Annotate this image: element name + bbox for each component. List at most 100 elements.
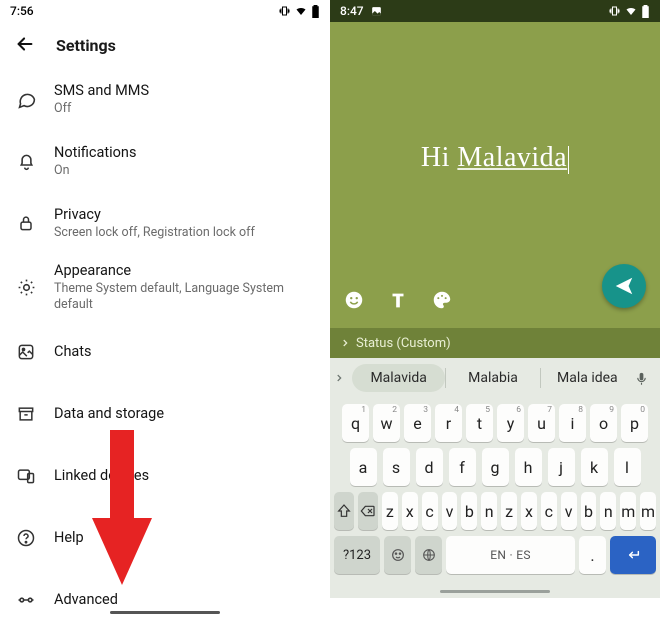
status-bar-right: 8:47 — [330, 0, 660, 22]
story-canvas[interactable]: 8:47 Hi Malavida — [330, 0, 660, 358]
period-key[interactable]: . — [579, 536, 606, 574]
settings-item-appearance[interactable]: Appearance Theme System default, Languag… — [0, 254, 330, 321]
home-indicator[interactable] — [110, 611, 220, 614]
code-icon — [12, 590, 40, 610]
keyboard-row-1: q1w2e3r4t5y6u7i8o9p0 — [330, 404, 660, 442]
palette-button[interactable] — [430, 288, 454, 312]
key-m[interactable]: m — [640, 492, 656, 530]
settings-item-help[interactable]: Help — [0, 507, 330, 569]
key-f[interactable]: f — [449, 448, 476, 486]
key-v[interactable]: v — [561, 492, 577, 530]
story-toolbar — [342, 288, 454, 312]
enter-key[interactable] — [610, 536, 656, 574]
home-indicator[interactable] — [440, 590, 550, 593]
item-sub: Off — [54, 101, 318, 117]
help-icon — [12, 528, 40, 548]
item-sub: Theme System default, Language System de… — [54, 281, 318, 313]
text-cursor — [568, 146, 569, 174]
emoji-key[interactable] — [384, 536, 411, 574]
key-i[interactable]: i8 — [559, 404, 586, 442]
back-button[interactable] — [14, 33, 38, 57]
send-button[interactable] — [602, 264, 646, 308]
key-e[interactable]: e3 — [404, 404, 431, 442]
shift-key[interactable] — [334, 492, 354, 530]
key-b[interactable]: b — [461, 492, 477, 530]
clock: 8:47 — [340, 4, 364, 18]
status-bar-left: 7:56 — [0, 0, 330, 22]
battery-icon — [311, 5, 320, 18]
vibrate-icon — [608, 5, 621, 17]
item-title: Notifications — [54, 144, 318, 162]
clock: 7:56 — [10, 4, 34, 18]
key-u[interactable]: u7 — [528, 404, 555, 442]
key-n[interactable]: n — [600, 492, 616, 530]
settings-item-linked[interactable]: Linked devices — [0, 445, 330, 507]
item-title: Help — [54, 529, 318, 547]
key-g[interactable]: g — [482, 448, 509, 486]
emoji-button[interactable] — [342, 288, 366, 312]
keyboard: Malavida Malabia Mala idea q1w2e3r4t5y6u… — [330, 358, 660, 598]
story-prefix: Hi — [421, 142, 458, 173]
key-a[interactable]: a — [350, 448, 377, 486]
key-m[interactable]: m — [620, 492, 636, 530]
key-j[interactable]: j — [548, 448, 575, 486]
item-title: Data and storage — [54, 405, 318, 423]
suggestion-3[interactable]: Mala idea — [541, 364, 634, 392]
keyboard-row-2: asdfghjkl — [330, 448, 660, 486]
key-v[interactable]: v — [442, 492, 458, 530]
key-l[interactable]: l — [614, 448, 641, 486]
key-x[interactable]: x — [521, 492, 537, 530]
vibrate-icon — [278, 5, 291, 17]
item-title: Appearance — [54, 262, 318, 280]
text-style-button[interactable] — [386, 288, 410, 312]
suggestion-1[interactable]: Malavida — [352, 364, 445, 392]
status-chip-label: Status (Custom) — [356, 336, 451, 351]
story-word: Malavida — [457, 142, 567, 173]
settings-item-storage[interactable]: Data and storage — [0, 383, 330, 445]
symbols-key[interactable]: ?123 — [334, 536, 380, 574]
settings-item-chats[interactable]: Chats — [0, 321, 330, 383]
key-y[interactable]: y6 — [497, 404, 524, 442]
lock-icon — [12, 213, 40, 233]
chat-bubble-icon — [12, 89, 40, 110]
key-x[interactable]: x — [402, 492, 418, 530]
key-p[interactable]: p0 — [621, 404, 648, 442]
item-sub: On — [54, 163, 318, 179]
key-t[interactable]: t5 — [466, 404, 493, 442]
suggestions-expand-icon[interactable] — [334, 373, 352, 383]
screenshot-icon — [370, 5, 383, 18]
backspace-key[interactable] — [358, 492, 378, 530]
key-s[interactable]: s — [383, 448, 410, 486]
key-w[interactable]: w2 — [373, 404, 400, 442]
settings-item-notifications[interactable]: Notifications On — [0, 130, 330, 192]
keyboard-row-3: zxcvbnzxcvbnmm — [330, 492, 660, 530]
key-z[interactable]: z — [382, 492, 398, 530]
settings-item-sms[interactable]: SMS and MMS Off — [0, 68, 330, 130]
settings-item-privacy[interactable]: Privacy Screen lock off, Registration lo… — [0, 192, 330, 254]
suggestion-2[interactable]: Malabia — [446, 364, 539, 392]
key-r[interactable]: r4 — [435, 404, 462, 442]
key-z[interactable]: z — [501, 492, 517, 530]
key-o[interactable]: o9 — [590, 404, 617, 442]
key-c[interactable]: c — [541, 492, 557, 530]
story-text-input[interactable]: Hi Malavida — [330, 142, 660, 174]
key-q[interactable]: q1 — [342, 404, 369, 442]
settings-header: Settings — [0, 22, 330, 68]
suggestion-bar: Malavida Malabia Mala idea — [330, 358, 660, 398]
chevron-right-icon — [340, 338, 350, 348]
language-key[interactable] — [415, 536, 442, 574]
key-h[interactable]: h — [515, 448, 542, 486]
space-key[interactable]: EN · ES — [446, 536, 575, 574]
key-c[interactable]: c — [422, 492, 438, 530]
mic-button[interactable] — [634, 371, 656, 386]
devices-icon — [12, 466, 40, 486]
key-k[interactable]: k — [581, 448, 608, 486]
status-recipient-chip[interactable]: Status (Custom) — [330, 328, 660, 358]
bell-icon — [12, 151, 40, 172]
item-title: Chats — [54, 343, 318, 361]
key-d[interactable]: d — [416, 448, 443, 486]
left-phone: 7:56 Settings SMS and MMS Off — [0, 0, 330, 620]
sun-icon — [12, 277, 40, 298]
key-b[interactable]: b — [581, 492, 597, 530]
key-n[interactable]: n — [481, 492, 497, 530]
